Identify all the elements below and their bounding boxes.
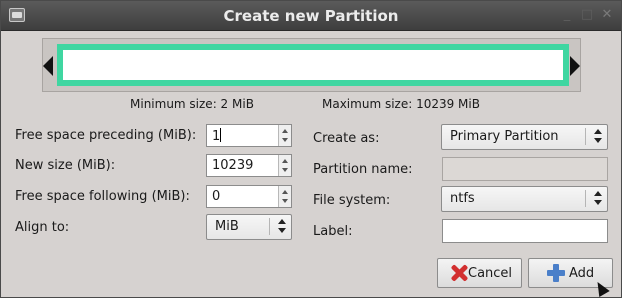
spin-up-icon[interactable] [282,190,288,194]
title-bar: Create new Partition _ □ ✕ [1,1,621,31]
cancel-x-icon [450,264,468,282]
combo-updown-icon [593,129,603,145]
label-field-label: Label: [313,224,353,239]
align-to-label: Align to: [15,220,70,235]
maximize-button[interactable]: □ [579,7,595,23]
file-system-combobox[interactable]: ntfs [441,186,608,212]
cancel-button-label: Cancel [468,266,513,281]
free-space-preceding-value: 1 [212,129,221,144]
combo-updown-icon [277,219,287,235]
align-to-combobox[interactable]: MiB [206,214,292,240]
window-title: Create new Partition [223,7,399,25]
partition-bar[interactable] [57,44,569,86]
spin-down-icon[interactable] [282,138,288,142]
spin-up-icon[interactable] [282,129,288,133]
create-as-combobox[interactable]: Primary Partition [441,124,608,150]
partition-resizer[interactable] [42,38,581,92]
free-space-following-value: 0 [212,189,221,204]
create-as-label: Create as: [313,131,380,146]
create-as-value: Primary Partition [450,129,559,144]
align-to-value: MiB [215,219,239,234]
file-system-value: ntfs [450,191,475,206]
spin-arrows[interactable] [278,125,291,146]
resize-handle-left[interactable] [43,56,53,76]
minimize-button[interactable]: _ [559,7,575,23]
free-space-following-label: Free space following (MiB): [15,189,190,204]
new-size-value: 10239 [212,158,254,173]
resize-handle-right[interactable] [570,56,580,76]
free-space-preceding-label: Free space preceding (MiB): [15,128,197,143]
label-input[interactable] [442,219,608,243]
add-button-label: Add [569,266,595,281]
combo-separator [585,190,586,207]
partition-name-label: Partition name: [313,162,413,177]
free-space-following-spinbox[interactable]: 0 [206,185,292,208]
combo-updown-icon [593,191,603,207]
combo-separator [585,128,586,145]
add-plus-icon [547,264,565,282]
spin-up-icon[interactable] [282,159,288,163]
maximum-size-label: Maximum size: 10239 MiB [322,97,480,111]
cancel-button[interactable]: Cancel [437,258,522,288]
new-size-label: New size (MiB): [15,158,116,173]
create-partition-dialog: Create new Partition _ □ ✕ Minimum size:… [0,0,622,298]
minimum-size-label: Minimum size: 2 MiB [130,97,254,111]
new-size-spinbox[interactable]: 10239 [206,154,292,177]
partition-name-input [442,157,608,181]
partition-bar-fill [63,50,563,80]
spin-down-icon[interactable] [282,168,288,172]
spin-arrows[interactable] [278,186,291,207]
spin-arrows[interactable] [278,155,291,176]
file-system-label: File system: [313,193,391,208]
text-caret [220,128,222,142]
combo-separator [269,218,270,235]
spin-down-icon[interactable] [282,199,288,203]
free-space-preceding-spinbox[interactable]: 1 [206,124,292,147]
close-button[interactable]: ✕ [599,7,615,23]
